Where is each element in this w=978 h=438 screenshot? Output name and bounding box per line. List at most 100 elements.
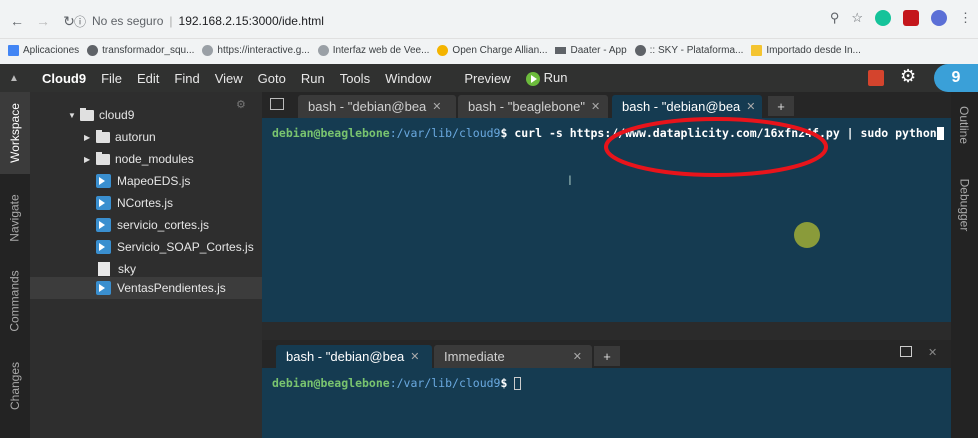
tree-file[interactable]: NCortes.js (96, 196, 173, 210)
tab-outline[interactable]: Outline (951, 92, 978, 158)
prompt-user: debian@beaglebone (272, 126, 390, 140)
close-icon[interactable]: ✕ (410, 350, 419, 363)
bookmark-label: :: SKY - Plataforma... (649, 45, 744, 56)
tab-workspace[interactable]: Workspace (0, 92, 30, 174)
menu-find[interactable]: Find (174, 71, 199, 86)
mouse-pointer-highlight (794, 222, 820, 248)
prompt-path: :/var/lib/cloud9 (389, 376, 501, 390)
address-row: ← → ↻ ⓘ No es seguro | 192.168.2.15:3000… (0, 6, 978, 36)
tab-immediate[interactable]: Immediate ✕ (434, 345, 592, 368)
cloud9-logo-icon: 9 (934, 64, 978, 92)
folder-icon (751, 45, 763, 56)
menu-window[interactable]: Window (385, 71, 431, 86)
tree-folder[interactable]: ▶ autorun (84, 129, 156, 144)
top-terminal-pane: bash - "debian@bea ✕ bash - "beaglebone" ✕… (262, 92, 951, 322)
globe-icon (87, 45, 99, 56)
bookmark-label: https://interactive.g... (217, 45, 310, 56)
close-icon[interactable]: ✕ (746, 100, 755, 113)
left-panel-tabs: Workspace Navigate Commands Changes (0, 92, 30, 438)
add-tab-button[interactable]: + (594, 346, 620, 366)
tree-file[interactable]: Servicio_SOAP_Cortes.js (96, 240, 254, 254)
menu-file[interactable]: File (101, 71, 122, 86)
bookmark-label: Importado desde In... (766, 45, 861, 56)
js-file-icon (96, 196, 111, 210)
tab-bash-1[interactable]: bash - "debian@bea ✕ (298, 95, 456, 118)
bottom-terminal-pane: bash - "debian@bea ✕ Immediate ✕ + ✕ debia… (262, 340, 951, 438)
back-icon[interactable]: ← (8, 12, 26, 30)
pane-divider[interactable] (262, 322, 951, 342)
close-icon[interactable]: ✕ (573, 350, 582, 363)
tree-folder-root[interactable]: ▼ cloud9 (68, 107, 134, 122)
bookmark-label: Daater - App (570, 45, 627, 56)
folder-icon (96, 151, 110, 165)
run-button[interactable]: Run (525, 70, 567, 86)
menu-goto[interactable]: Goto (258, 71, 286, 86)
bookmark-item[interactable]: transformador_squ... (87, 45, 194, 56)
js-file-icon (96, 218, 111, 232)
menu-run[interactable]: Run (301, 71, 325, 86)
prompt-user: debian@beaglebone (272, 376, 390, 390)
bottom-tabbar: bash - "debian@bea ✕ Immediate ✕ + ✕ (262, 340, 951, 368)
bookmark-item[interactable]: Open Charge Allian... (437, 45, 547, 56)
prompt-path: :/var/lib/cloud9 (389, 126, 501, 140)
tree-file[interactable]: servicio_cortes.js (96, 218, 209, 232)
browser-chrome: ← → ↻ ⓘ No es seguro | 192.168.2.15:3000… (0, 0, 978, 64)
loading-icon (317, 45, 329, 56)
tree-folder[interactable]: ▶ node_modules (84, 151, 194, 166)
star-icon[interactable]: ☆ (851, 10, 863, 26)
bookmark-label: Open Charge Allian... (452, 45, 548, 56)
menu-edit[interactable]: Edit (137, 71, 159, 86)
bug-icon[interactable] (868, 70, 884, 86)
zoom-icon[interactable]: ⚲ (830, 10, 840, 26)
address-bar[interactable]: ⓘ No es seguro | 192.168.2.15:3000/ide.h… (74, 9, 849, 33)
close-pane-icon[interactable]: ✕ (928, 346, 937, 359)
tree-settings-icon[interactable]: ⚙ (236, 98, 246, 111)
grammarly-extension-icon[interactable] (875, 10, 891, 26)
add-tab-button[interactable]: + (768, 96, 794, 116)
tab-bash-bottom[interactable]: bash - "debian@bea ✕ (276, 345, 432, 368)
tab-changes[interactable]: Changes (0, 350, 30, 422)
tab-commands[interactable]: Commands (0, 258, 30, 344)
tree-file[interactable]: sky (98, 262, 136, 276)
bookmarks-bar: Aplicaciones transformador_squ... https:… (0, 38, 978, 62)
security-text: No es seguro (92, 14, 164, 28)
terminal-line[interactable]: debian@beaglebone:/var/lib/cloud9$ (272, 376, 522, 390)
close-icon[interactable]: ✕ (432, 100, 441, 113)
tab-bash-2[interactable]: bash - "beaglebone" ✕ (458, 95, 608, 118)
profile-avatar-icon[interactable] (931, 10, 947, 26)
menu-lines-icon (555, 47, 567, 54)
tab-navigate[interactable]: Navigate (0, 182, 30, 254)
prompt-symbol: $ (500, 376, 515, 390)
bookmark-apps[interactable]: Aplicaciones (8, 45, 79, 56)
menu-tools[interactable]: Tools (340, 71, 370, 86)
globe-icon (634, 45, 646, 56)
terminal-icon[interactable] (270, 98, 284, 110)
bookmark-item[interactable]: Interfaz web de Vee... (317, 45, 430, 56)
close-icon[interactable]: ✕ (591, 100, 600, 113)
bookmark-folder[interactable]: Importado desde In... (751, 45, 861, 56)
collapse-up-icon[interactable]: ▲ (0, 73, 28, 84)
menu-view[interactable]: View (215, 71, 243, 86)
kebab-menu-icon[interactable]: ⋮ (959, 10, 972, 26)
settings-gear-icon[interactable]: ⚙ (900, 66, 916, 87)
browser-toolbar-icons: ⚲ ☆ ⋮ (830, 10, 972, 26)
bookmark-label: Interfaz web de Vee... (332, 45, 430, 56)
bookmark-item[interactable]: Daater - App (555, 45, 627, 56)
tree-file-selected[interactable]: VentasPendientes.js (96, 281, 226, 295)
collapsed-triangle-icon: ▶ (84, 132, 91, 142)
maximize-icon[interactable] (900, 346, 912, 357)
info-icon[interactable]: ⓘ (74, 13, 86, 30)
text-cursor (514, 377, 522, 390)
preview-button[interactable]: Preview (464, 71, 510, 86)
tab-debugger[interactable]: Debugger (951, 162, 978, 248)
pdf-extension-icon[interactable] (903, 10, 919, 26)
tree-file[interactable]: MapeoEDS.js (96, 174, 190, 188)
collapsed-triangle-icon: ▶ (84, 154, 91, 164)
text-cursor (936, 127, 944, 140)
ocpp-icon (437, 45, 449, 56)
cloud9-menu[interactable]: Cloud9 (42, 71, 86, 86)
separator: | (169, 14, 173, 28)
bookmark-item[interactable]: :: SKY - Plataforma... (634, 45, 744, 56)
forward-icon[interactable]: → (34, 12, 52, 30)
bookmark-item[interactable]: https://interactive.g... (202, 45, 310, 56)
